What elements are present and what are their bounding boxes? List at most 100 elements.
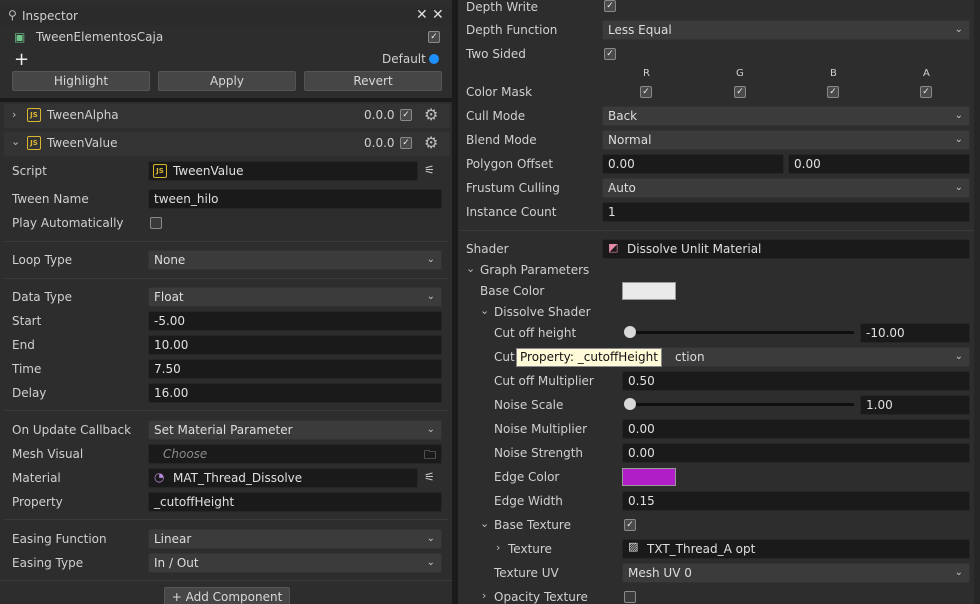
- apply-button[interactable]: Apply: [158, 71, 296, 91]
- gear-icon[interactable]: ⚙: [424, 107, 438, 123]
- chevron-down-icon[interactable]: ⌄: [480, 517, 489, 530]
- add-icon[interactable]: +: [14, 49, 29, 70]
- material-value: MAT_Thread_Dissolve: [173, 471, 303, 485]
- cutoff-height-slider-handle[interactable]: [624, 326, 636, 338]
- polygon-offset-units-input[interactable]: 0.00: [788, 154, 970, 174]
- chevron-down-icon[interactable]: ⌄: [11, 135, 20, 148]
- texture-field[interactable]: TXT_Thread_A opt: [622, 539, 970, 559]
- cutoff-direction-value: ction: [675, 350, 705, 364]
- on-update-callback-label: On Update Callback: [12, 423, 132, 437]
- revert-button[interactable]: Revert: [304, 71, 442, 91]
- gear-icon[interactable]: ⚙: [424, 135, 438, 151]
- chevron-down-icon: ⌄: [954, 567, 963, 578]
- noise-scale-input[interactable]: 1.00: [860, 395, 970, 415]
- scrollbar[interactable]: [974, 0, 980, 604]
- entity-name[interactable]: TweenElementosCaja: [36, 30, 163, 44]
- time-label: Time: [12, 362, 42, 376]
- instance-count-input[interactable]: 1: [602, 202, 970, 222]
- color-mask-b-checkbox[interactable]: ✓: [827, 86, 839, 98]
- pin-icon[interactable]: ⚲: [8, 8, 17, 22]
- on-update-callback-dropdown[interactable]: Set Material Parameter ⌄: [148, 420, 442, 440]
- data-type-value: Float: [154, 290, 184, 304]
- frustum-culling-dropdown[interactable]: Auto ⌄: [602, 178, 970, 198]
- color-mask-r-checkbox[interactable]: ✓: [640, 86, 652, 98]
- sliders-icon[interactable]: ⚟: [424, 470, 435, 484]
- noise-scale-slider-track[interactable]: [628, 403, 854, 406]
- mesh-visual-label: Mesh Visual: [12, 447, 84, 461]
- noise-multiplier-input[interactable]: 0.00: [622, 419, 970, 439]
- end-input[interactable]: 10.00: [148, 335, 442, 355]
- edge-color-swatch[interactable]: [622, 468, 676, 486]
- chevron-down-icon[interactable]: ⌄: [466, 262, 475, 275]
- opacity-texture-label[interactable]: Opacity Texture: [494, 590, 588, 604]
- entity-enabled-checkbox[interactable]: ✓: [428, 31, 440, 43]
- noise-scale-slider-handle[interactable]: [624, 398, 636, 410]
- edge-width-input[interactable]: 0.15: [622, 491, 970, 511]
- color-mask-a-checkbox[interactable]: ✓: [920, 86, 932, 98]
- close-all-icon[interactable]: ✕: [416, 7, 428, 23]
- data-type-dropdown[interactable]: Float ⌄: [148, 287, 442, 307]
- highlight-button[interactable]: Highlight: [12, 71, 150, 91]
- start-label: Start: [12, 314, 42, 328]
- color-mask-a-label: A: [923, 68, 930, 79]
- frustum-culling-label: Frustum Culling: [466, 181, 560, 195]
- property-input[interactable]: _cutoffHeight: [148, 492, 442, 512]
- easing-function-dropdown[interactable]: Linear ⌄: [148, 529, 442, 549]
- chevron-right-icon[interactable]: ›: [12, 108, 16, 121]
- cutoff-height-slider-track[interactable]: [628, 331, 854, 334]
- close-icon[interactable]: ✕: [432, 7, 444, 23]
- polygon-offset-label: Polygon Offset: [466, 157, 554, 171]
- opacity-texture-checkbox[interactable]: [624, 591, 636, 603]
- loop-type-dropdown[interactable]: None ⌄: [148, 250, 442, 270]
- component-version: 0.0.0: [364, 108, 395, 122]
- shader-icon: ◩: [608, 241, 619, 254]
- two-sided-checkbox[interactable]: ✓: [604, 48, 616, 60]
- start-input[interactable]: -5.00: [148, 311, 442, 331]
- add-component-button[interactable]: + Add Component: [164, 587, 290, 604]
- graph-parameters-label[interactable]: Graph Parameters: [480, 263, 589, 277]
- material-field[interactable]: MAT_Thread_Dissolve: [148, 468, 418, 488]
- entity-icon: ▣: [14, 30, 26, 44]
- delay-label: Delay: [12, 386, 47, 400]
- noise-strength-input[interactable]: 0.00: [622, 443, 970, 463]
- chevron-down-icon: ⌄: [426, 291, 435, 302]
- cutoff-direction-dropdown[interactable]: ction ⌄: [622, 347, 970, 367]
- easing-type-dropdown[interactable]: In / Out ⌄: [148, 553, 442, 573]
- polygon-offset-factor-input[interactable]: 0.00: [602, 154, 784, 174]
- blend-mode-dropdown[interactable]: Normal ⌄: [602, 130, 970, 150]
- chevron-down-icon: ⌄: [426, 533, 435, 544]
- tween-name-input[interactable]: tween_hilo: [148, 189, 442, 209]
- chevron-right-icon[interactable]: ›: [482, 589, 486, 602]
- time-input[interactable]: 7.50: [148, 359, 442, 379]
- cutoff-height-input[interactable]: -10.00: [860, 323, 970, 343]
- cutoff-multiplier-input[interactable]: 0.50: [622, 371, 970, 391]
- texture-uv-dropdown[interactable]: Mesh UV 0 ⌄: [622, 563, 970, 583]
- dissolve-shader-label[interactable]: Dissolve Shader: [494, 305, 591, 319]
- component-enabled-checkbox[interactable]: ✓: [400, 137, 412, 149]
- chevron-right-icon[interactable]: ›: [496, 541, 500, 554]
- noise-strength-label: Noise Strength: [494, 446, 584, 460]
- color-mask-g-checkbox[interactable]: ✓: [734, 86, 746, 98]
- folder-icon[interactable]: 🗀: [424, 446, 436, 467]
- component-enabled-checkbox[interactable]: ✓: [400, 109, 412, 121]
- base-color-swatch[interactable]: [622, 282, 676, 300]
- sliders-icon[interactable]: ⚟: [424, 163, 435, 177]
- loop-type-value: None: [154, 253, 186, 267]
- script-field[interactable]: TweenValue: [148, 161, 418, 181]
- color-mask-g-label: G: [736, 68, 744, 79]
- mesh-visual-field[interactable]: Choose: [148, 444, 442, 464]
- divider: [0, 580, 452, 581]
- base-texture-checkbox[interactable]: ✓: [624, 519, 636, 531]
- shader-field[interactable]: Dissolve Unlit Material: [602, 239, 970, 259]
- play-automatically-checkbox[interactable]: [150, 217, 162, 229]
- depth-function-dropdown[interactable]: Less Equal ⌄: [602, 20, 970, 40]
- depth-write-checkbox[interactable]: ✓: [604, 0, 616, 12]
- base-texture-label[interactable]: Base Texture: [494, 518, 571, 532]
- instance-count-label: Instance Count: [466, 205, 557, 219]
- script-value: TweenValue: [173, 164, 244, 178]
- chevron-down-icon[interactable]: ⌄: [480, 304, 489, 317]
- noise-multiplier-label: Noise Multiplier: [494, 422, 588, 436]
- delay-input[interactable]: 16.00: [148, 383, 442, 403]
- shader-label: Shader: [466, 242, 509, 256]
- cull-mode-dropdown[interactable]: Back ⌄: [602, 106, 970, 126]
